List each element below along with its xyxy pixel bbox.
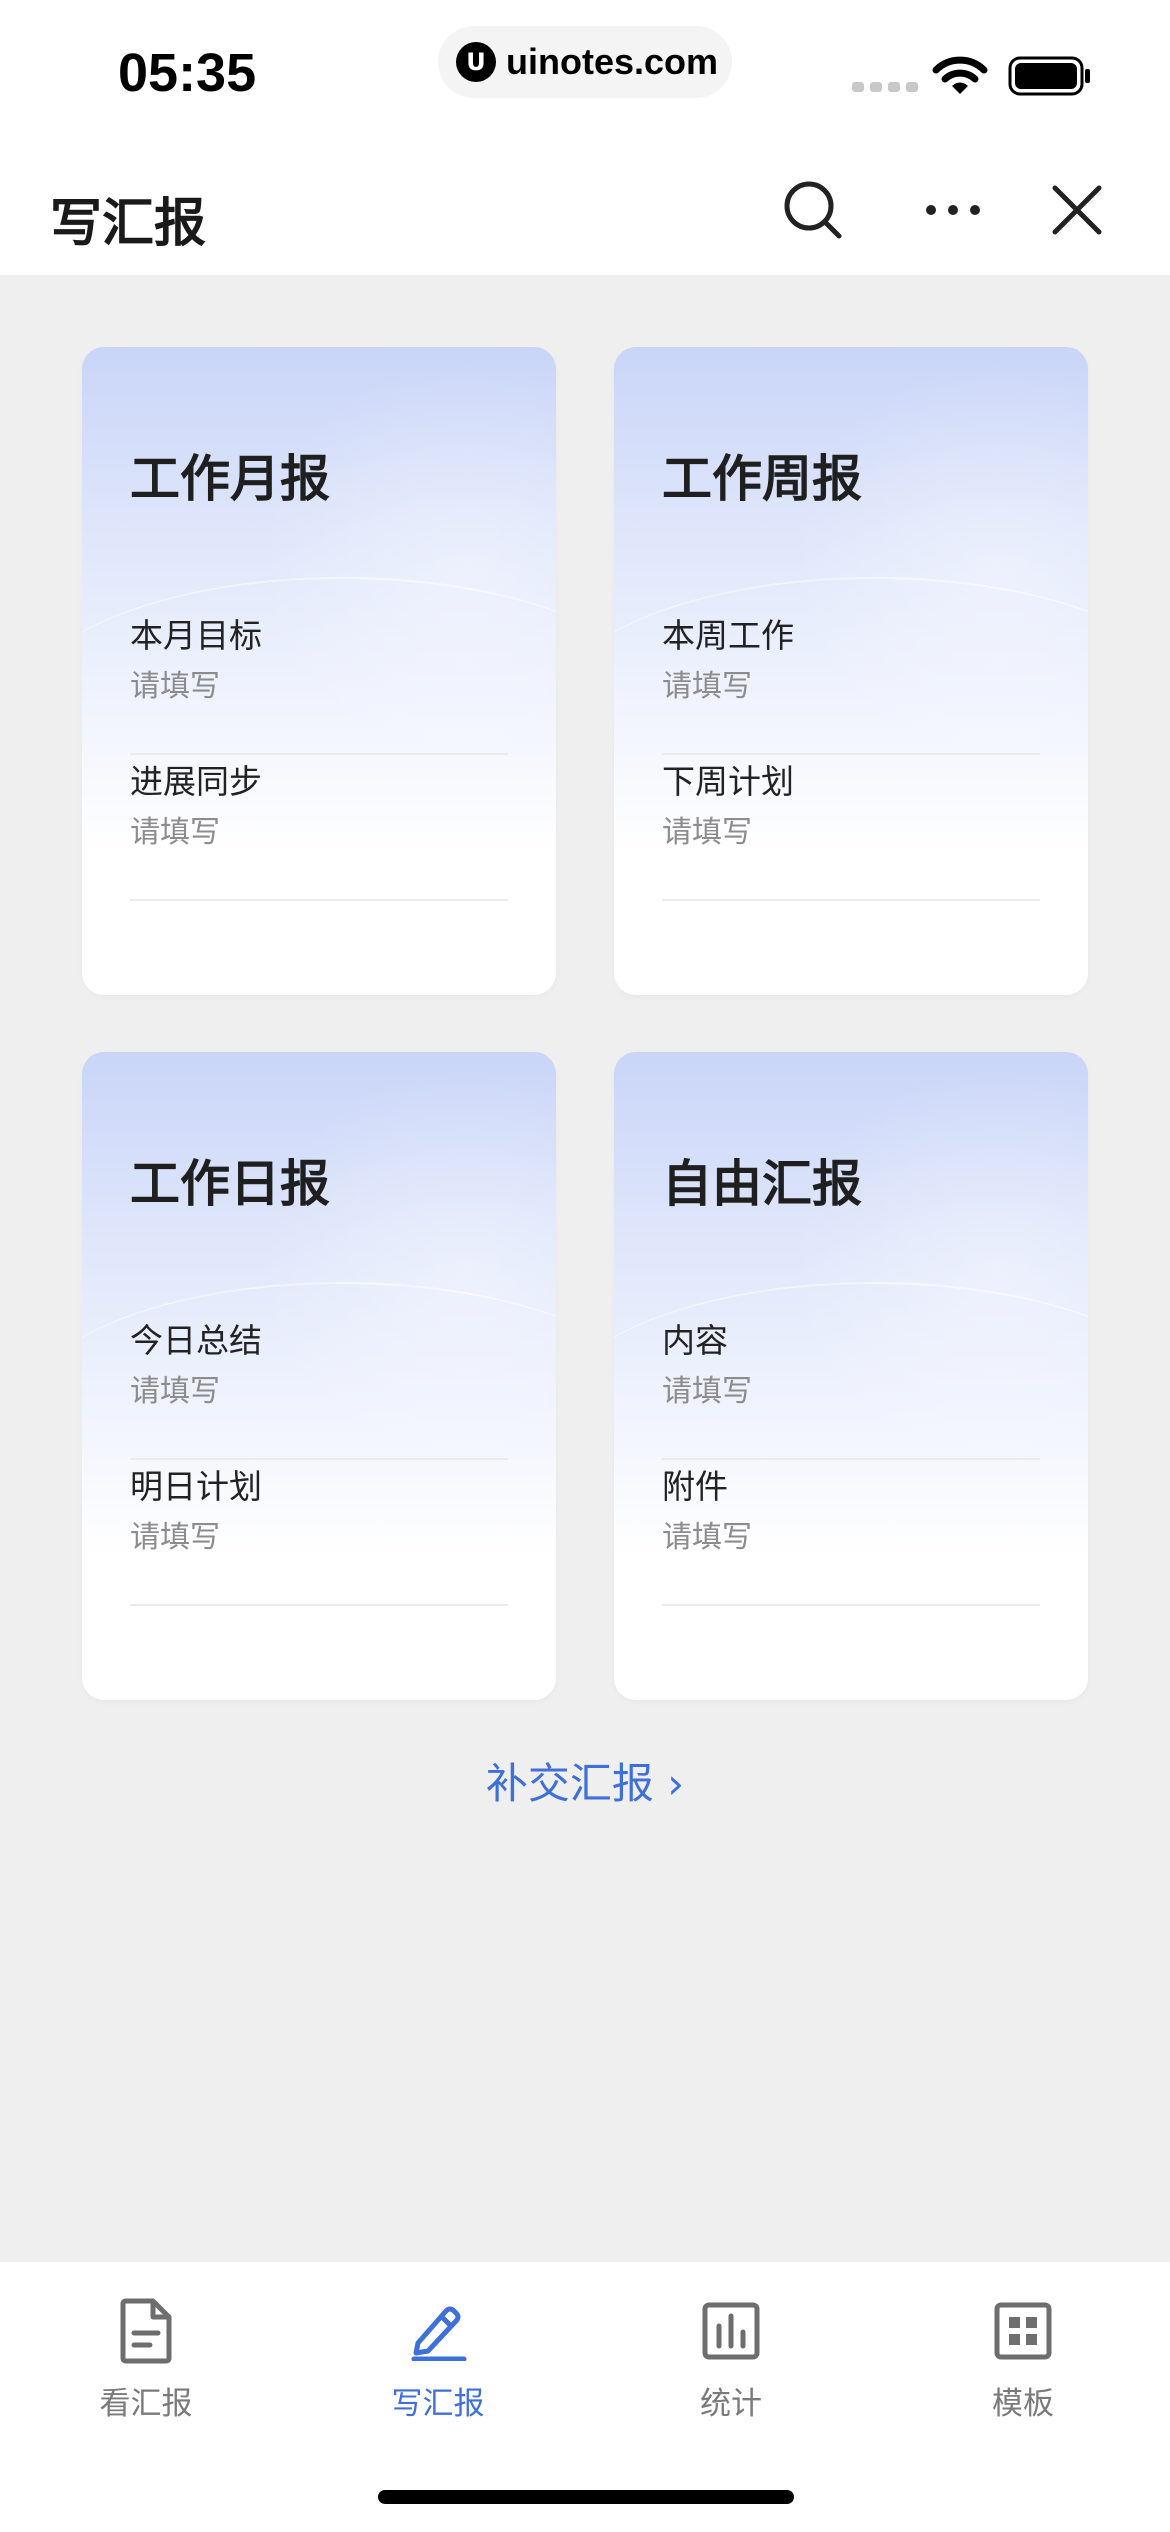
field-placeholder: 请填写	[662, 1374, 752, 1409]
tab-label: 写汇报	[391, 2386, 485, 2422]
field-label: 内容	[662, 1321, 728, 1360]
page-title: 写汇报	[50, 194, 207, 254]
field-label: 今日总结	[130, 1321, 262, 1360]
tab-label: 看汇报	[99, 2386, 193, 2422]
more-dots-icon	[926, 205, 980, 215]
tab-templates[interactable]: 模板	[943, 2296, 1103, 2436]
card-title: 工作月报	[130, 450, 330, 508]
field-placeholder: 请填写	[662, 815, 752, 850]
card-field[interactable]: 附件 请填写	[662, 1460, 1040, 1606]
field-label: 本周工作	[662, 616, 794, 655]
card-field[interactable]: 内容 请填写	[662, 1314, 1040, 1460]
battery-icon	[1008, 56, 1090, 96]
tab-statistics[interactable]: 统计	[651, 2296, 811, 2436]
grid-template-icon	[994, 2302, 1052, 2360]
report-card-daily[interactable]: 工作日报 今日总结 请填写 明日计划 请填写	[82, 1052, 556, 1700]
card-title: 自由汇报	[662, 1155, 862, 1213]
home-indicator	[378, 2490, 794, 2504]
card-field[interactable]: 本周工作 请填写	[662, 609, 1040, 755]
field-placeholder: 请填写	[130, 669, 220, 704]
field-placeholder: 请填写	[662, 669, 752, 704]
card-title: 工作日报	[130, 1155, 330, 1213]
close-icon	[1052, 185, 1102, 235]
tab-write-report[interactable]: 写汇报	[358, 2296, 518, 2436]
wifi-icon	[932, 56, 988, 94]
search-icon	[784, 181, 842, 239]
card-field[interactable]: 今日总结 请填写	[130, 1314, 508, 1460]
report-card-free[interactable]: 自由汇报 内容 请填写 附件 请填写	[614, 1052, 1088, 1700]
field-label: 本月目标	[130, 616, 262, 655]
url-text: uinotes.com	[506, 41, 719, 82]
field-label: 明日计划	[130, 1467, 262, 1506]
status-bar: 05:35 U uinotes.com	[0, 0, 1170, 145]
tab-view-reports[interactable]: 看汇报	[66, 2296, 226, 2436]
url-pill[interactable]: U uinotes.com	[438, 26, 732, 98]
status-time: 05:35	[118, 43, 257, 103]
resubmit-report-link[interactable]: 补交汇报 ›	[0, 1750, 1170, 1811]
field-placeholder: 请填写	[662, 1520, 752, 1555]
card-field[interactable]: 进展同步 请填写	[130, 755, 508, 901]
tab-label: 统计	[700, 2386, 762, 2422]
close-button[interactable]	[1042, 175, 1112, 245]
cellular-signal-icon	[852, 82, 918, 92]
card-field[interactable]: 明日计划 请填写	[130, 1460, 508, 1606]
report-card-weekly[interactable]: 工作周报 本周工作 请填写 下周计划 请填写	[614, 347, 1088, 995]
field-placeholder: 请填写	[130, 815, 220, 850]
card-field[interactable]: 本月目标 请填写	[130, 609, 508, 755]
app-header: 写汇报	[0, 145, 1170, 275]
report-card-monthly[interactable]: 工作月报 本月目标 请填写 进展同步 请填写	[82, 347, 556, 995]
card-title: 工作周报	[662, 450, 862, 508]
card-field[interactable]: 下周计划 请填写	[662, 755, 1040, 901]
field-label: 进展同步	[130, 762, 262, 801]
field-placeholder: 请填写	[130, 1374, 220, 1409]
pen-icon	[411, 2306, 467, 2361]
field-placeholder: 请填写	[130, 1520, 220, 1555]
field-label: 下周计划	[662, 762, 794, 801]
tab-label: 模板	[992, 2386, 1054, 2422]
field-label: 附件	[662, 1467, 728, 1506]
site-logo-icon: U	[456, 42, 496, 82]
search-button[interactable]	[778, 175, 848, 245]
document-icon	[120, 2298, 172, 2364]
bar-chart-icon	[702, 2302, 760, 2360]
more-button[interactable]	[918, 175, 988, 245]
